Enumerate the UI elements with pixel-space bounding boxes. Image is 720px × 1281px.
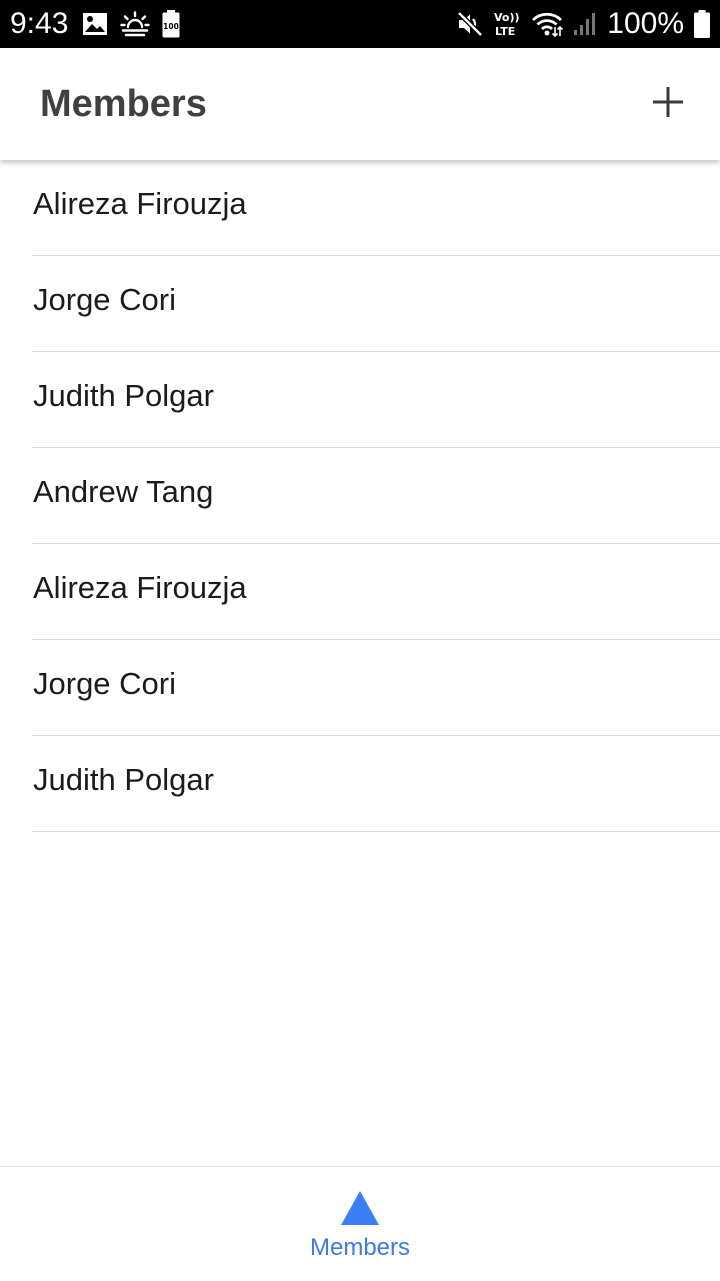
bottom-nav: Members (0, 1166, 720, 1281)
volte-top-label: Vo)) (494, 11, 520, 24)
battery-saver-label: 100 (163, 22, 179, 31)
list-item[interactable]: Judith Polgar (32, 736, 720, 832)
member-name: Alireza Firouzja (33, 570, 247, 605)
weather-icon (120, 11, 150, 37)
page-title: Members (40, 83, 207, 125)
app-bar: Members (0, 48, 720, 160)
wifi-icon (531, 11, 564, 37)
status-right-icons: Vo)) LTE 100% (457, 6, 710, 42)
add-member-button[interactable] (644, 80, 692, 128)
list-item[interactable]: Jorge Cori (32, 640, 720, 736)
member-name: Judith Polgar (33, 762, 214, 797)
member-name: Jorge Cori (33, 282, 176, 317)
nav-item-members[interactable]: Members (300, 1167, 420, 1281)
list-item[interactable]: Alireza Firouzja (32, 160, 720, 256)
battery-saver-icon: 100 (162, 10, 180, 38)
image-icon (82, 12, 108, 36)
volte-icon: Vo)) LTE (493, 10, 521, 38)
nav-label-members: Members (309, 1234, 411, 1261)
triangle-icon (340, 1190, 380, 1231)
status-bar: 9:43 100 Vo)) LTE 100% (0, 0, 720, 48)
battery-percent: 100% (607, 7, 684, 40)
status-left-icons: 100 (82, 10, 180, 38)
member-name: Andrew Tang (33, 474, 214, 509)
member-name: Judith Polgar (33, 378, 214, 413)
list-item[interactable]: Judith Polgar (32, 352, 720, 448)
plus-icon (652, 86, 684, 123)
signal-icon (573, 11, 597, 37)
mute-icon (457, 11, 484, 37)
list-item[interactable]: Andrew Tang (32, 448, 720, 544)
member-name: Jorge Cori (33, 666, 176, 701)
member-list: Alireza Firouzja Jorge Cori Judith Polga… (0, 160, 720, 832)
list-item[interactable]: Alireza Firouzja (32, 544, 720, 640)
list-item[interactable]: Jorge Cori (32, 256, 720, 352)
member-name: Alireza Firouzja (33, 186, 247, 221)
status-time: 9:43 (10, 7, 69, 40)
volte-bottom-label: LTE (495, 25, 515, 38)
battery-icon (694, 10, 710, 38)
